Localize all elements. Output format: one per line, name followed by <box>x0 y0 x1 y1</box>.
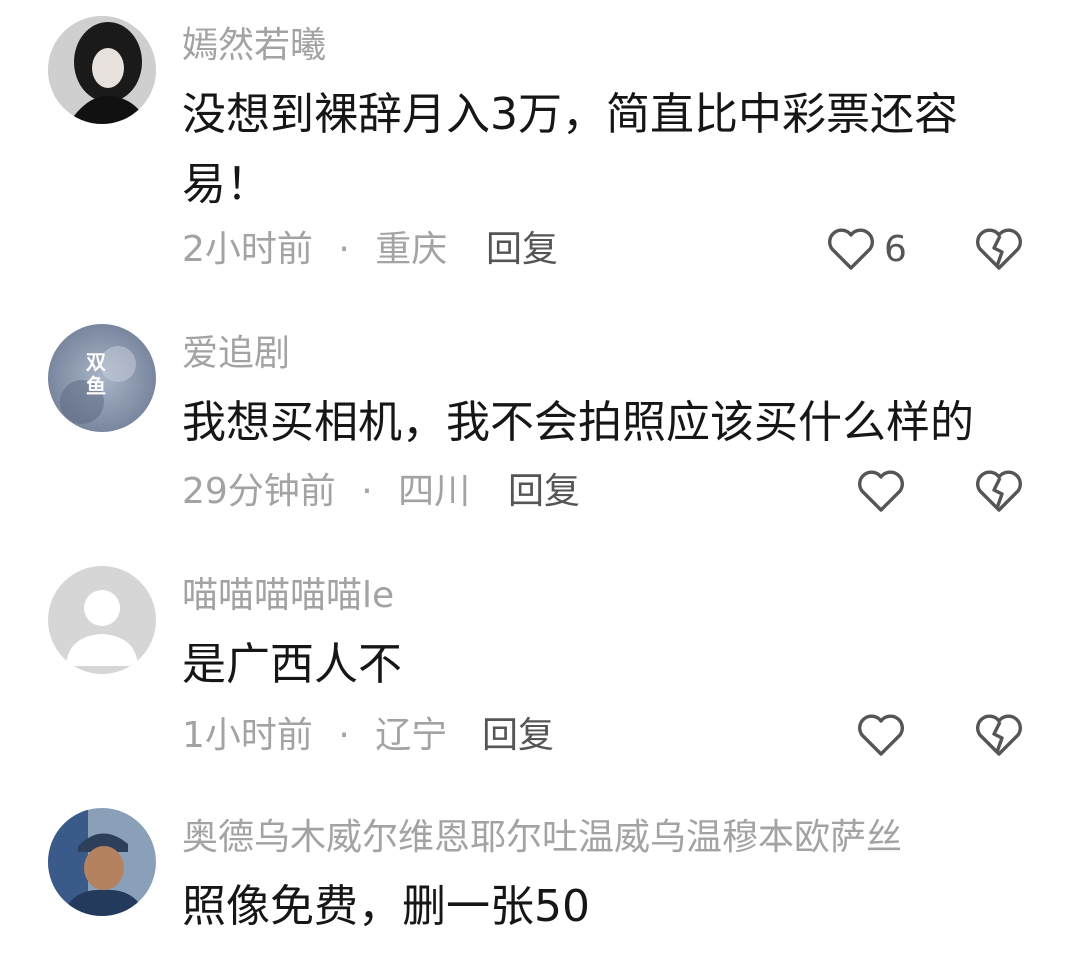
comment-item: 奥德乌木威尔维恩耶尔吐温威乌温穆本欧萨丝 照像免费，删一张50 <box>0 0 1080 965</box>
comment-text: 照像免费，删一张50 <box>182 881 590 932</box>
old-man-portrait-icon <box>48 808 156 916</box>
comment-username[interactable]: 奥德乌木威尔维恩耶尔吐温威乌温穆本欧萨丝 <box>182 816 902 860</box>
user-avatar[interactable] <box>48 808 156 916</box>
